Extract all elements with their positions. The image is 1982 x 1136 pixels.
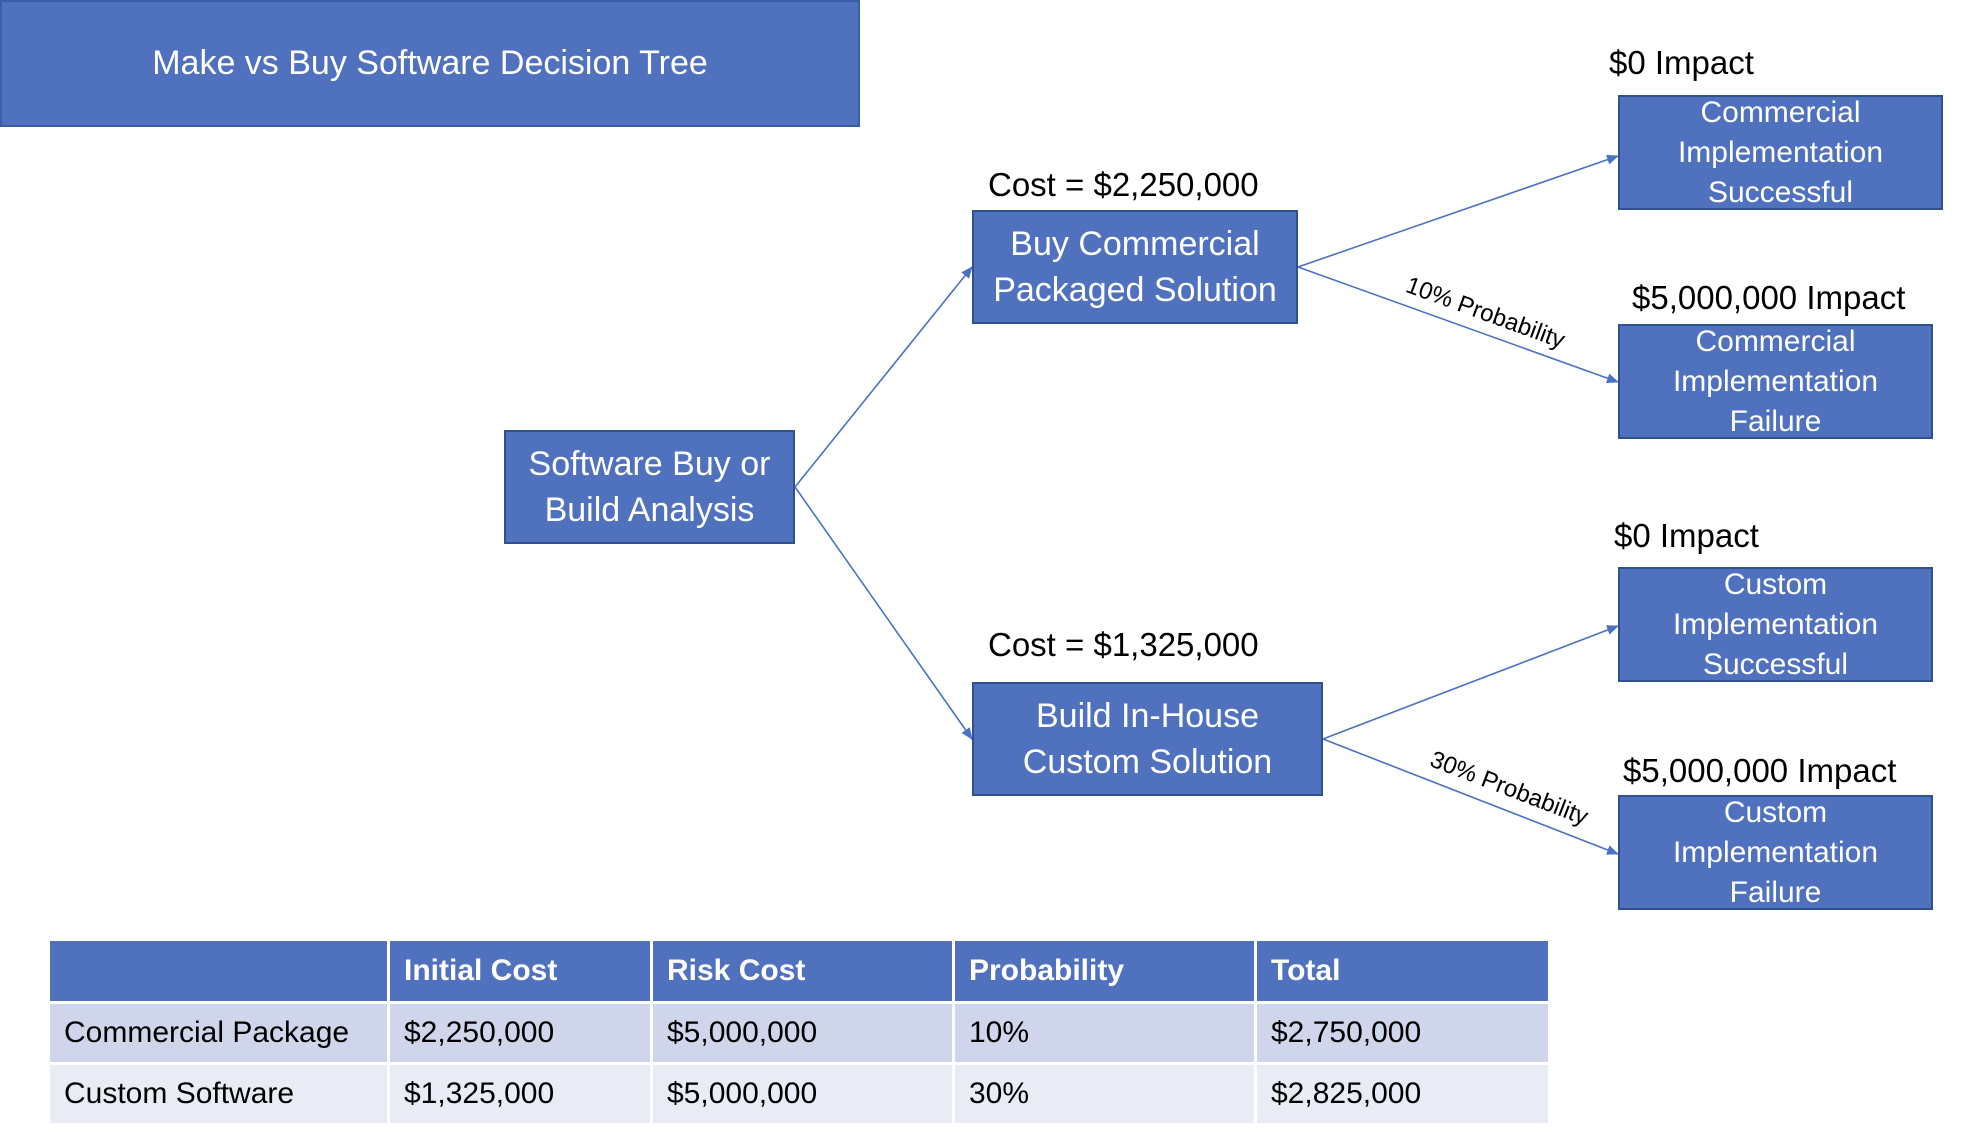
table-cell: Commercial Package — [47, 1001, 390, 1065]
leaf-line: Failure — [1729, 875, 1822, 909]
build-node: Build In-House Custom Solution — [972, 682, 1323, 796]
root-node: Software Buy or Build Analysis — [504, 430, 795, 544]
table-cell: $2,250,000 — [387, 1001, 653, 1065]
leaf-line: Implementation — [1677, 135, 1884, 169]
custom-success-node: Custom Implementation Successful — [1618, 567, 1933, 682]
connector-build-to-success — [1322, 625, 1619, 740]
table-header: Risk Cost — [650, 938, 955, 1004]
table-cell: $5,000,000 — [650, 1062, 955, 1126]
leaf-line: Implementation — [1672, 364, 1879, 398]
table-header: Probability — [952, 938, 1257, 1004]
connector-root-to-build — [794, 486, 973, 740]
buy-node-line2: Packaged Solution — [993, 271, 1277, 309]
leaf-line: Implementation — [1672, 607, 1879, 641]
connector-root-to-buy — [794, 266, 973, 488]
table-header-row: Initial Cost Risk Cost Probability Total — [47, 938, 1551, 1004]
table-header — [47, 938, 390, 1004]
build-node-line2: Custom Solution — [1022, 743, 1273, 781]
buy-cost-label: Cost = $2,250,000 — [988, 166, 1259, 203]
custom-failure-impact: $5,000,000 Impact — [1623, 752, 1897, 789]
table-cell: 10% — [952, 1001, 1257, 1065]
table-cell: $2,825,000 — [1254, 1062, 1551, 1126]
commercial-failure-node: Commercial Implementation Failure — [1618, 324, 1933, 439]
table-cell: 30% — [952, 1062, 1257, 1126]
custom-failure-node: Custom Implementation Failure — [1618, 795, 1933, 910]
leaf-line: Commercial — [1695, 324, 1856, 358]
table-cell: $5,000,000 — [650, 1001, 955, 1065]
table-cell: $2,750,000 — [1254, 1001, 1551, 1065]
leaf-line: Successful — [1707, 175, 1854, 209]
root-node-line2: Build Analysis — [544, 491, 755, 529]
leaf-line: Custom — [1723, 567, 1828, 601]
build-cost-label: Cost = $1,325,000 — [988, 626, 1259, 663]
connector-buy-to-failure — [1297, 266, 1619, 383]
table-cell: $1,325,000 — [387, 1062, 653, 1126]
leaf-line: Failure — [1729, 404, 1822, 438]
leaf-line: Successful — [1702, 647, 1849, 681]
custom-success-impact: $0 Impact — [1614, 517, 1759, 554]
leaf-line: Commercial — [1700, 95, 1861, 129]
table-header: Initial Cost — [387, 938, 653, 1004]
leaf-line: Custom — [1723, 795, 1828, 829]
leaf-line: Implementation — [1672, 835, 1879, 869]
buy-node: Buy Commercial Packaged Solution — [972, 210, 1298, 324]
commercial-success-node: Commercial Implementation Successful — [1618, 95, 1943, 210]
table-header: Total — [1254, 938, 1551, 1004]
table-cell: Custom Software — [47, 1062, 390, 1126]
commercial-failure-impact: $5,000,000 Impact — [1632, 279, 1906, 316]
commercial-success-impact: $0 Impact — [1609, 44, 1754, 81]
table-row: Commercial Package $2,250,000 $5,000,000… — [47, 1001, 1551, 1065]
connector-buy-to-success — [1297, 154, 1619, 268]
connector-build-to-failure — [1322, 738, 1619, 855]
table-row: Custom Software $1,325,000 $5,000,000 30… — [47, 1062, 1551, 1126]
buy-node-line1: Buy Commercial — [1010, 225, 1260, 263]
build-node-line1: Build In-House — [1035, 697, 1259, 735]
cost-summary-table: Initial Cost Risk Cost Probability Total… — [47, 938, 1551, 1126]
root-node-line1: Software Buy or — [528, 445, 771, 483]
